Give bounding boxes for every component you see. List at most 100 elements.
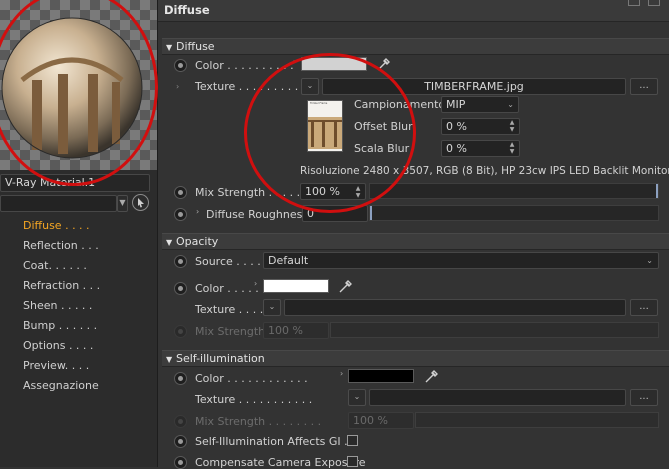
affects-gi-checkbox[interactable]: [347, 435, 358, 446]
section-header-opacity[interactable]: ▼ Opacity: [162, 233, 669, 250]
material-sidebar: V-Ray Material.1 ▼ Diffuse . . . . Refle…: [0, 0, 158, 467]
slider-handle[interactable]: [370, 206, 372, 220]
selfillum-texture-browse-button[interactable]: ...: [630, 389, 658, 406]
material-preview-sphere: [0, 0, 157, 170]
selfillum-mix-slider[interactable]: [415, 412, 659, 428]
texture-resolution-info: Risoluzione 2480 x 3507, RGB (8 Bit), HP…: [300, 165, 669, 177]
opacity-mix-field[interactable]: 100 %: [263, 322, 329, 339]
attributes-panel: Diffuse ▼ Diffuse Color . . . . . . . . .…: [158, 0, 669, 469]
collapse-arrow-icon: ▼: [166, 355, 173, 364]
diffuse-texture-label: Texture . . . . . . . . .: [195, 80, 299, 93]
selfillum-mix-field[interactable]: 100 %: [348, 412, 414, 429]
eyedropper-icon[interactable]: [423, 368, 439, 384]
scale-blur-field[interactable]: 0 % ▲ ▼: [441, 140, 520, 157]
eyedropper-icon[interactable]: [337, 278, 353, 294]
window-button-icon[interactable]: [648, 0, 660, 6]
nav-item-options[interactable]: Options . . . .: [23, 339, 93, 352]
sampling-label: Campionamento: [354, 98, 446, 111]
diffuse-texture-browse-button[interactable]: ...: [630, 78, 658, 95]
mix-strength-field[interactable]: 100 % ▲ ▼: [300, 183, 366, 200]
chevron-right-icon[interactable]: ›: [340, 369, 343, 378]
mix-strength-value: 100 %: [305, 185, 340, 198]
material-name-text: V-Ray Material.1: [5, 176, 96, 189]
opacity-texture-browse-button[interactable]: ...: [630, 299, 658, 316]
diffuse-texture-menu-button[interactable]: ⌄: [301, 78, 319, 95]
section-title: Self-illumination: [176, 352, 265, 365]
scale-blur-value: 0 %: [446, 142, 467, 155]
diffuse-color-swatch[interactable]: [301, 57, 367, 71]
material-name-field[interactable]: V-Ray Material.1: [0, 174, 150, 192]
panel-title: Diffuse: [158, 0, 669, 22]
nav-item-diffuse[interactable]: Diffuse . . . .: [23, 219, 90, 232]
opacity-texture-path[interactable]: [284, 299, 626, 316]
nav-item-assegnazione[interactable]: Assegnazione: [23, 379, 99, 392]
selfillum-color-radio[interactable]: [174, 372, 187, 385]
opacity-mix-value: 100 %: [268, 324, 303, 337]
offset-blur-field[interactable]: 0 % ▲ ▼: [441, 118, 520, 135]
compensate-label: Compensate Camera Exposure: [195, 456, 366, 469]
roughness-field[interactable]: 0: [302, 205, 368, 222]
chevron-down-icon: ▼: [119, 198, 126, 207]
mix-strength-radio[interactable]: [174, 186, 187, 199]
opacity-source-radio[interactable]: [174, 255, 187, 268]
opacity-mix-radio[interactable]: [174, 325, 187, 338]
window-button-icon[interactable]: [628, 0, 640, 6]
selfillum-color-label: Color . . . . . . . . . . . .: [195, 372, 308, 385]
selfillum-mix-value: 100 %: [353, 414, 388, 427]
opacity-texture-menu-button[interactable]: ⌄: [263, 299, 281, 316]
opacity-source-select[interactable]: Default ⌄: [263, 252, 659, 269]
offset-blur-value: 0 %: [446, 120, 467, 133]
pick-cursor-button[interactable]: [132, 194, 149, 211]
texture-thumbnail: Timber Frame: [307, 100, 343, 152]
sampling-value: MIP: [446, 98, 466, 111]
stepper-icon[interactable]: ▲ ▼: [508, 141, 516, 155]
roughness-value: 0: [307, 207, 314, 220]
nav-item-refraction[interactable]: Refraction . . .: [23, 279, 100, 292]
nav-item-coat[interactable]: Coat. . . . . .: [23, 259, 87, 272]
section-header-diffuse[interactable]: ▼ Diffuse: [162, 38, 669, 55]
sampling-select[interactable]: MIP ⌄: [441, 96, 519, 113]
thumbnail-caption: Timber Frame: [310, 102, 328, 105]
selfillum-texture-label: Texture . . . . . . . . . . .: [195, 393, 313, 406]
chevron-down-icon: ⌄: [268, 302, 276, 311]
chevron-down-icon: ⌄: [353, 392, 361, 401]
offset-blur-label: Offset Blur: [354, 120, 413, 133]
nav-item-reflection[interactable]: Reflection . . .: [23, 239, 99, 252]
stepper-icon[interactable]: ▲ ▼: [508, 119, 516, 133]
compensate-checkbox[interactable]: [347, 456, 358, 467]
mix-strength-slider[interactable]: [369, 183, 659, 199]
roughness-label: Diffuse Roughness: [206, 208, 309, 221]
nav-item-sheen[interactable]: Sheen . . . . .: [23, 299, 92, 312]
chevron-right-icon[interactable]: ›: [196, 207, 199, 216]
selfillum-texture-path[interactable]: [369, 389, 626, 406]
filter-dropdown-button[interactable]: ▼: [117, 195, 128, 212]
slider-handle[interactable]: [656, 184, 658, 198]
selfillum-texture-menu-button[interactable]: ⌄: [348, 389, 366, 406]
affects-gi-radio[interactable]: [174, 435, 187, 448]
section-header-self-illumination[interactable]: ▼ Self-illumination: [162, 350, 669, 367]
opacity-mix-slider[interactable]: [330, 322, 659, 338]
chevron-right-icon[interactable]: ›: [254, 279, 257, 288]
opacity-source-value: Default: [268, 254, 309, 267]
nav-item-bump[interactable]: Bump . . . . . .: [23, 319, 97, 332]
selfillum-mix-radio[interactable]: [174, 415, 187, 428]
texture-expand-icon[interactable]: ›: [176, 82, 179, 91]
selfillum-color-swatch[interactable]: [348, 369, 414, 383]
eyedropper-icon[interactable]: [375, 56, 391, 72]
selfillum-mix-label: Mix Strength . . . . . . . .: [195, 415, 322, 428]
opacity-color-label: Color . . . . .: [195, 282, 259, 295]
diffuse-texture-path[interactable]: TIMBERFRAME.jpg: [322, 78, 626, 95]
opacity-texture-label: Texture . . . . .: [195, 303, 271, 316]
roughness-radio[interactable]: [174, 208, 187, 221]
nav-item-preview[interactable]: Preview. . . .: [23, 359, 89, 372]
material-filter-field[interactable]: [0, 195, 117, 212]
opacity-color-radio[interactable]: [174, 282, 187, 295]
stepper-icon[interactable]: ▲ ▼: [354, 185, 362, 199]
chevron-right-icon[interactable]: ›: [293, 57, 296, 66]
chevron-down-icon: ⌄: [507, 100, 514, 109]
compensate-radio[interactable]: [174, 456, 187, 469]
section-title: Opacity: [176, 235, 219, 248]
diffuse-color-radio[interactable]: [174, 59, 187, 72]
roughness-slider[interactable]: [369, 205, 659, 221]
opacity-color-swatch[interactable]: [263, 279, 329, 293]
